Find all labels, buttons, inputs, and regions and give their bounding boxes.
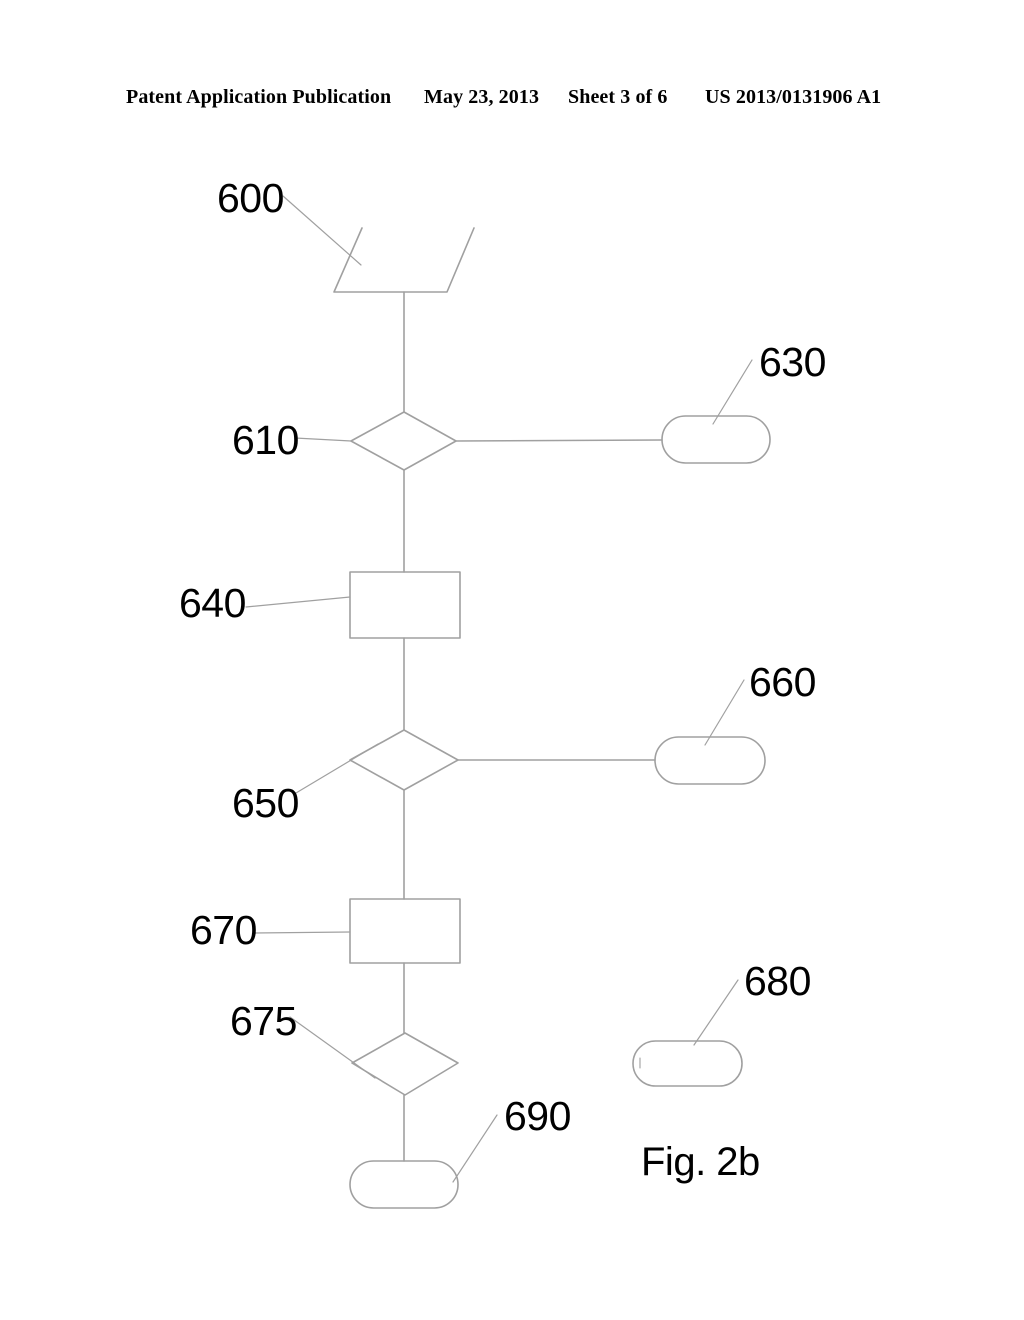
decision-diamond-650 xyxy=(349,729,459,791)
terminator-630 xyxy=(661,415,771,464)
process-box-670 xyxy=(349,898,461,964)
ref-label-690: 690 xyxy=(504,1093,571,1139)
ref-label-640: 640 xyxy=(179,580,246,626)
leader-line-680 xyxy=(693,979,739,1046)
ref-label-680: 680 xyxy=(744,958,811,1004)
leader-line-690 xyxy=(452,1114,498,1183)
leader-line-600 xyxy=(282,195,362,266)
leader-line-640 xyxy=(245,596,351,608)
connector-610-to-630 xyxy=(455,439,663,442)
patent-drawing-page: Patent Application Publication May 23, 2… xyxy=(0,0,1024,1320)
terminator-690 xyxy=(349,1160,459,1209)
leader-line-675 xyxy=(289,1016,376,1079)
ref-label-630: 630 xyxy=(759,339,826,385)
figure-caption: Fig. 2b xyxy=(641,1140,760,1184)
leader-line-660 xyxy=(704,679,745,746)
leader-line-610 xyxy=(294,437,352,442)
ref-label-670: 670 xyxy=(190,907,257,953)
decision-diamond-675 xyxy=(351,1032,459,1096)
terminator-680 xyxy=(632,1040,743,1087)
ref-label-610: 610 xyxy=(232,417,299,463)
leader-line-630 xyxy=(712,359,753,425)
process-box-640 xyxy=(349,571,461,639)
leader-line-670 xyxy=(253,931,351,934)
ref-label-660: 660 xyxy=(749,659,816,705)
ref-label-675: 675 xyxy=(230,998,297,1044)
decision-diamond-610 xyxy=(350,411,457,471)
ref-label-650: 650 xyxy=(232,780,299,826)
ref-label-600: 600 xyxy=(217,175,284,221)
terminator-660 xyxy=(654,736,766,785)
